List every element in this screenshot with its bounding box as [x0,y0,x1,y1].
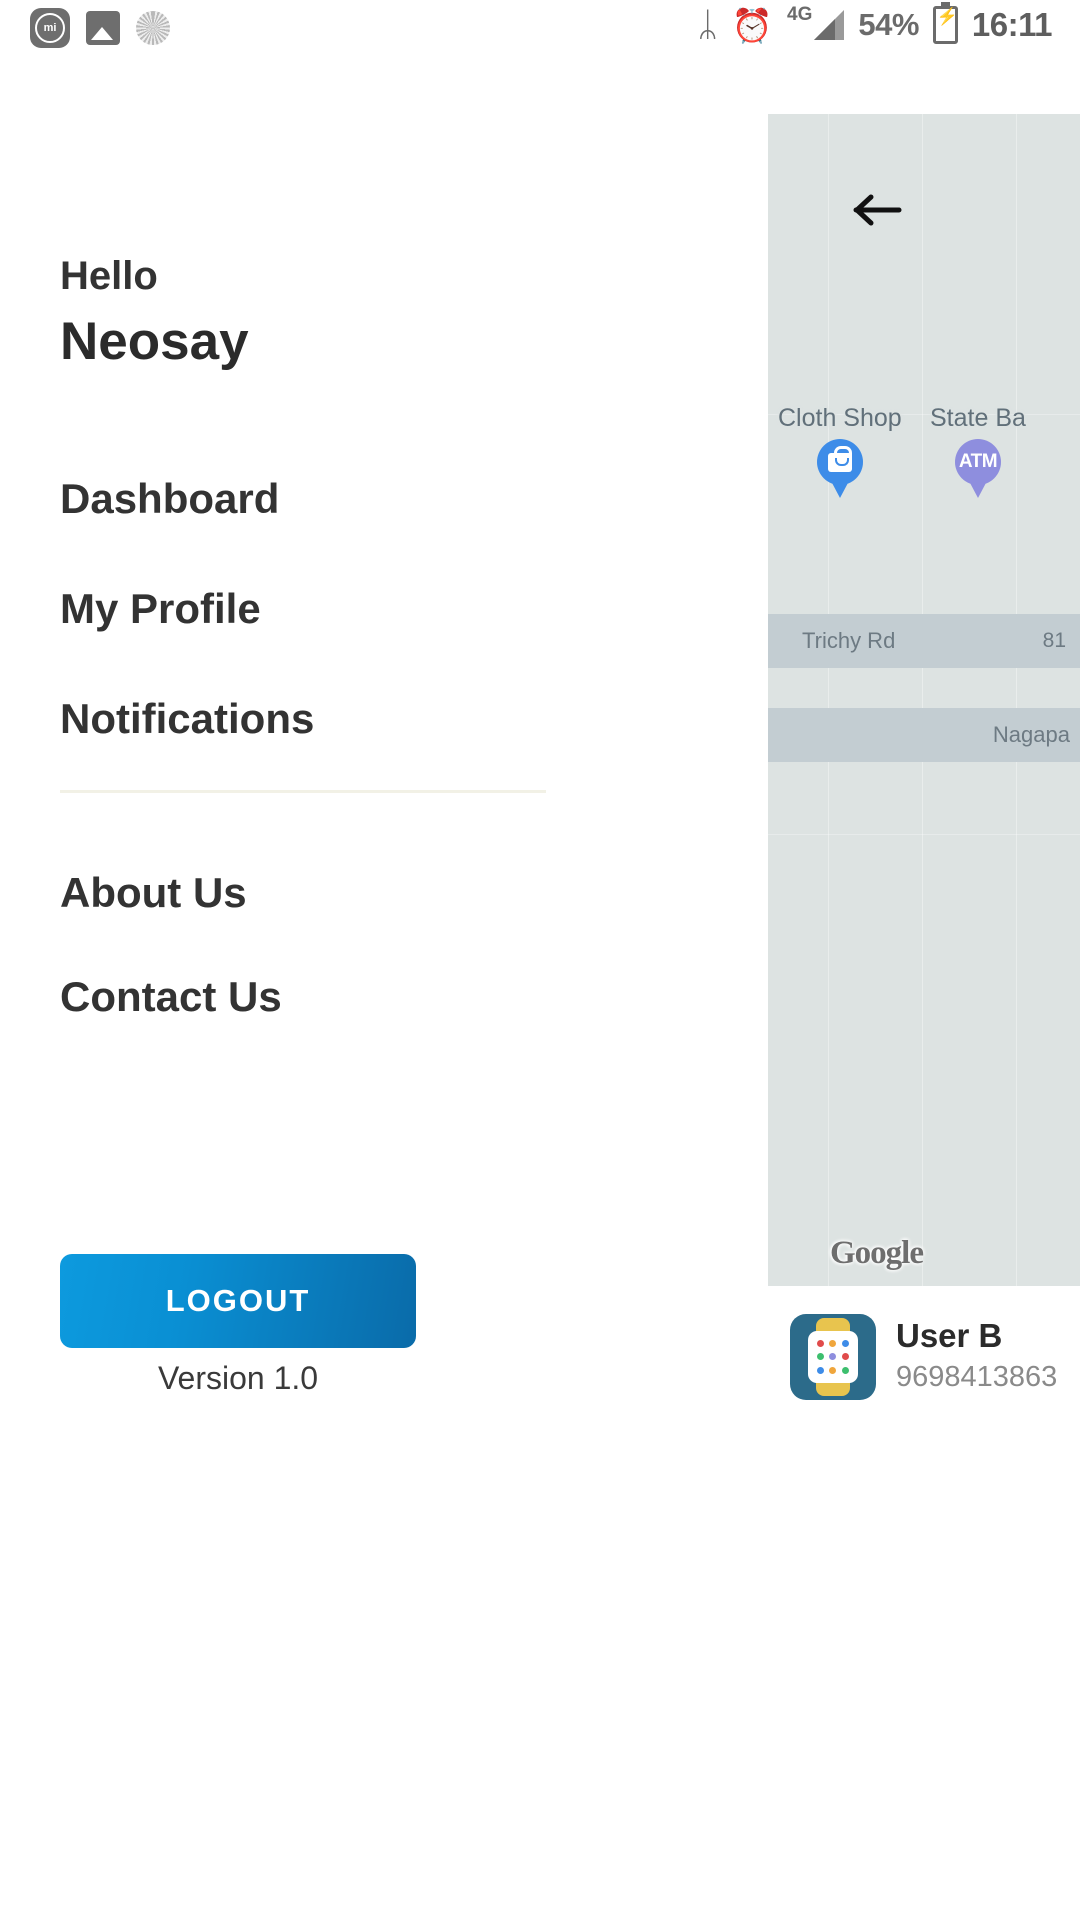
sidebar-item-about-us[interactable]: About Us [60,872,247,914]
shopping-bag-pin-icon[interactable] [816,439,863,497]
map-gridline [828,114,829,1286]
navigation-drawer[interactable]: Hello Neosay Dashboard My Profile Notifi… [0,72,768,1920]
greeting-label: Hello [60,254,158,298]
clock-label: 16:11 [971,6,1053,43]
map-road-nagapa: Nagapa [768,708,1080,762]
status-bar: mi ᛦ ⏰ 4G 54% 16:11 [0,0,1080,72]
arrow-left-icon [853,194,902,226]
user-name: User B [896,1317,1003,1355]
map-panel[interactable]: Cloth Shop State Ba ATM Trichy Rd 81 Nag… [768,114,1080,1286]
mi-app-icon: mi [30,8,70,48]
map-gridline [922,114,923,1286]
signal-icon: 4G [787,4,845,40]
road-label: Trichy Rd [802,628,896,653]
bluetooth-icon: ᛦ [697,6,718,44]
greeting-block: Hello Neosay [60,252,249,374]
user-display-name: Neosay [60,312,249,371]
smartwatch-icon [808,1331,858,1383]
atm-pin-icon[interactable]: ATM [954,439,1001,497]
user-meta: User B 9698413863 [896,1317,1057,1397]
user-card[interactable]: User B 9698413863 [768,1292,1080,1422]
sidebar-item-my-profile[interactable]: My Profile [60,588,261,630]
gallery-icon [86,11,120,45]
back-button[interactable] [846,182,910,238]
alarm-icon: ⏰ [731,6,773,44]
battery-charging-icon [932,2,958,44]
map-poi-state-bank[interactable]: State Ba ATM [930,404,1026,497]
network-type-label: 4G [787,4,813,25]
logout-button[interactable]: LOGOUT [60,1254,416,1348]
atm-badge-label: ATM [958,451,998,472]
map-poi-label: State Ba [930,404,1026,432]
sidebar-item-dashboard[interactable]: Dashboard [60,478,279,520]
version-label: Version 1.0 [157,1360,319,1396]
battery-percent-label: 54% [858,7,919,42]
avatar [790,1314,876,1400]
map-poi-label: Cloth Shop [778,404,902,432]
map-gridline [1016,114,1017,1286]
map-road-trichy: Trichy Rd 81 [768,614,1080,668]
user-phone: 9698413863 [896,1361,1058,1394]
sidebar-item-contact-us[interactable]: Contact Us [60,976,282,1018]
bag-glyph [827,445,852,472]
google-watermark: Google [830,1235,924,1271]
status-bar-indicators: ᛦ ⏰ 4G 54% 16:11 [697,2,1053,44]
sidebar-item-notifications[interactable]: Notifications [60,698,314,740]
signal-bars-icon [814,10,845,40]
road-label: Nagapa [992,722,1070,747]
status-bar-notifications: mi [30,8,170,48]
divider [60,790,546,793]
road-number: 81 [1042,629,1066,652]
map-gridline [768,834,1080,835]
map-poi-cloth-shop[interactable]: Cloth Shop [778,404,902,497]
sync-spinner-icon [136,11,170,45]
